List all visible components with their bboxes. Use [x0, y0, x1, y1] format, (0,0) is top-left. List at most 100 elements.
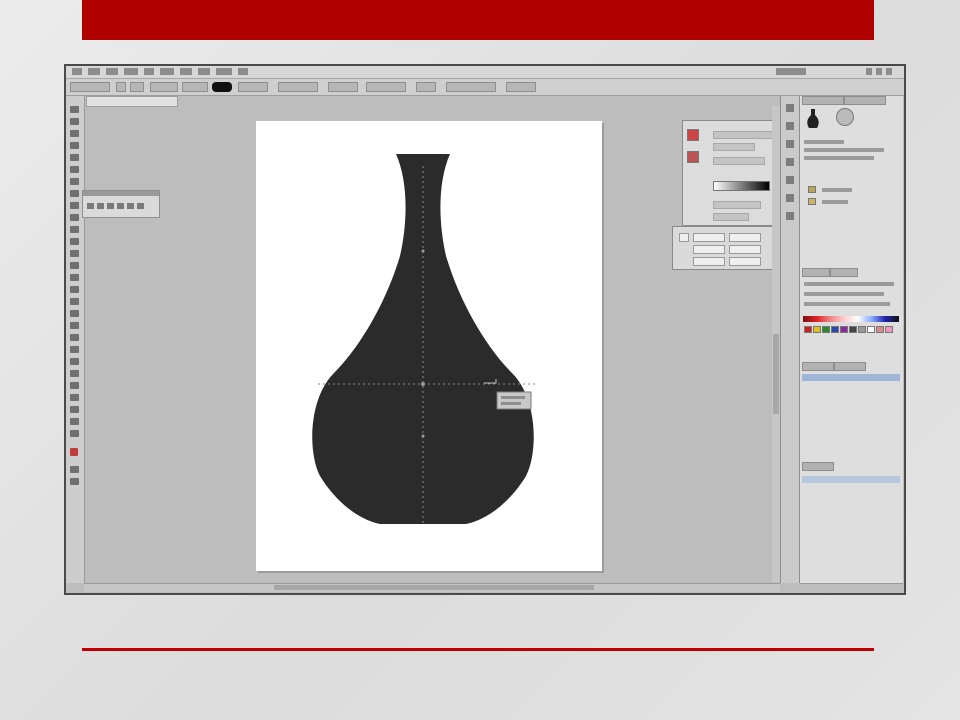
handle-icon[interactable] — [137, 203, 144, 209]
document-setup-button[interactable] — [328, 82, 358, 92]
location-field[interactable] — [713, 213, 749, 221]
convert-anchor-icon[interactable] — [117, 203, 124, 209]
eraser-tool-icon[interactable] — [70, 238, 79, 245]
tab-swatches[interactable] — [802, 268, 830, 277]
free-transform-tool-icon[interactable] — [70, 286, 79, 293]
swatch-search-field[interactable] — [804, 282, 894, 286]
gradient-slider[interactable] — [713, 181, 770, 191]
scale-tool-icon[interactable] — [70, 262, 79, 269]
hand-tool-icon[interactable] — [70, 418, 79, 425]
gradient-tool-icon[interactable] — [70, 334, 79, 341]
preferences-button[interactable] — [366, 82, 406, 92]
tab-artboards[interactable] — [834, 362, 866, 371]
minimize-icon[interactable] — [866, 68, 872, 75]
opacity-field[interactable] — [713, 201, 761, 209]
color-swatch[interactable] — [822, 326, 830, 333]
anchor-point-icon[interactable] — [127, 203, 134, 209]
fill-stroke-icon[interactable] — [70, 448, 78, 456]
fill-swatch[interactable] — [116, 82, 126, 92]
stroke-weight-field[interactable] — [150, 82, 178, 92]
color-guide-icon[interactable] — [786, 104, 794, 112]
style-dropdown[interactable] — [238, 82, 268, 92]
gradient-type-field[interactable] — [713, 131, 775, 139]
maximize-icon[interactable] — [876, 68, 882, 75]
mesh-tool-icon[interactable] — [70, 322, 79, 329]
color-swatch[interactable] — [831, 326, 839, 333]
vertical-scrollbar[interactable] — [772, 106, 780, 582]
shape-builder-tool-icon[interactable] — [70, 298, 79, 305]
artboards-icon[interactable] — [786, 194, 794, 202]
stroke-swatch-icon[interactable] — [687, 151, 699, 163]
vase-shape[interactable] — [312, 154, 534, 524]
workspace-switcher[interactable] — [776, 68, 806, 75]
arrange-button[interactable] — [506, 82, 536, 92]
line-tool-icon[interactable] — [70, 178, 79, 185]
appearance-icon[interactable] — [786, 176, 794, 184]
menu-file[interactable] — [88, 68, 100, 75]
gradient-swatch-icon[interactable] — [687, 129, 699, 141]
delete-anchor-icon[interactable] — [107, 203, 114, 209]
tab-color[interactable] — [830, 268, 858, 277]
x-field[interactable] — [693, 233, 725, 242]
direct-selection-tool-icon[interactable] — [70, 118, 79, 125]
menu-view[interactable] — [198, 68, 210, 75]
close-icon[interactable] — [886, 68, 892, 75]
menu-effect[interactable] — [180, 68, 192, 75]
color-swatch[interactable] — [876, 326, 884, 333]
symbols-icon[interactable] — [786, 140, 794, 148]
style-swatch[interactable] — [808, 186, 816, 193]
width-field[interactable] — [729, 233, 761, 242]
gradient-angle-field[interactable] — [713, 143, 755, 151]
rectangle-tool-icon[interactable] — [70, 190, 79, 197]
color-swatch[interactable] — [804, 326, 812, 333]
tab-navigator[interactable] — [802, 462, 834, 471]
color-swatch[interactable] — [849, 326, 857, 333]
height-field[interactable] — [729, 245, 761, 254]
pencil-tool-icon[interactable] — [70, 214, 79, 221]
brushes-icon[interactable] — [786, 122, 794, 130]
color-spectrum-bar[interactable] — [803, 316, 899, 322]
menu-edit[interactable] — [106, 68, 118, 75]
perspective-grid-tool-icon[interactable] — [70, 310, 79, 317]
eyedropper-tool-icon[interactable] — [70, 346, 79, 353]
pen-tool-icon[interactable] — [70, 154, 79, 161]
rotate-tool-icon[interactable] — [70, 250, 79, 257]
paintbrush-tool-icon[interactable] — [70, 202, 79, 209]
layer-row-selected[interactable] — [802, 374, 900, 381]
color-swatch[interactable] — [867, 326, 875, 333]
horizontal-scrollbar[interactable] — [84, 583, 780, 592]
opacity-field[interactable] — [278, 82, 318, 92]
scroll-thumb[interactable] — [773, 334, 779, 414]
brush-definition-icon[interactable] — [212, 82, 232, 92]
style-preview-icon[interactable] — [836, 108, 854, 126]
shear-field[interactable] — [729, 257, 761, 266]
tab-graphic-styles[interactable] — [844, 96, 886, 105]
width-tool-icon[interactable] — [70, 274, 79, 281]
links-icon[interactable] — [786, 212, 794, 220]
add-anchor-icon[interactable] — [97, 203, 104, 209]
color-swatch[interactable] — [813, 326, 821, 333]
anchor-point[interactable] — [421, 434, 425, 438]
app-logo-icon[interactable] — [72, 68, 82, 75]
rotate-field[interactable] — [693, 257, 725, 266]
menu-select[interactable] — [160, 68, 174, 75]
scroll-thumb[interactable] — [274, 585, 594, 590]
y-field[interactable] — [693, 245, 725, 254]
artboard-tool-icon[interactable] — [70, 394, 79, 401]
document-tab[interactable] — [86, 96, 178, 107]
column-graph-tool-icon[interactable] — [70, 382, 79, 389]
blob-brush-tool-icon[interactable] — [70, 226, 79, 233]
selection-tool-icon[interactable] — [70, 106, 79, 113]
menu-window[interactable] — [216, 68, 232, 75]
artboard[interactable] — [256, 121, 602, 571]
color-swatch[interactable] — [885, 326, 893, 333]
color-swatch[interactable] — [858, 326, 866, 333]
tab-appearance[interactable] — [802, 96, 844, 105]
magic-wand-tool-icon[interactable] — [70, 130, 79, 137]
aspect-ratio-field[interactable] — [713, 157, 765, 165]
menu-object[interactable] — [124, 68, 138, 75]
blend-tool-icon[interactable] — [70, 358, 79, 365]
symbol-sprayer-tool-icon[interactable] — [70, 370, 79, 377]
zoom-tool-icon[interactable] — [70, 430, 79, 437]
slice-tool-icon[interactable] — [70, 406, 79, 413]
